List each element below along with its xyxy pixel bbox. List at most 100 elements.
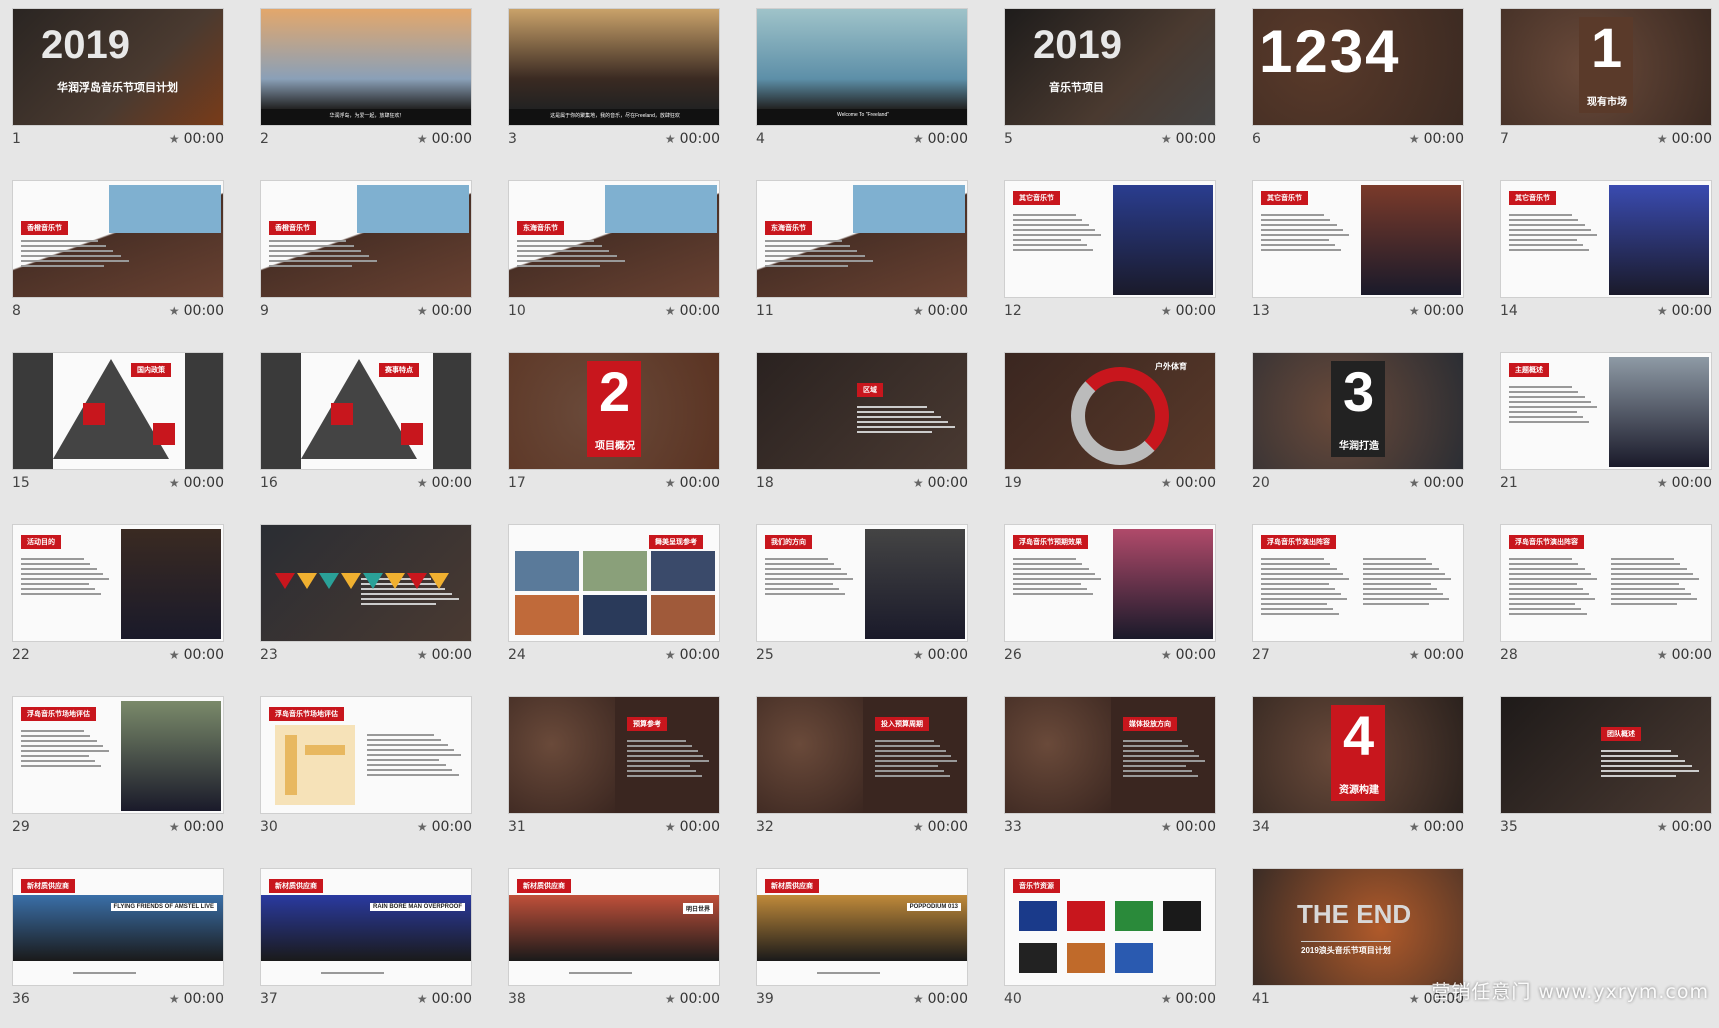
slide-preview[interactable]: 新材质供应商 RAIN BORE MAN OVERPROOF <box>260 868 472 986</box>
slide-thumbnail-32[interactable]: 投入预算周期 32 ★ 00:00 <box>756 696 968 856</box>
text-lines <box>1509 383 1599 426</box>
slide-number-label: 8 <box>12 303 21 319</box>
slide-preview[interactable]: 3 华润打造 <box>1252 352 1464 470</box>
slide-timing: ★ 00:00 <box>417 647 472 663</box>
slide-preview[interactable]: 其它音乐节 <box>1500 180 1712 298</box>
slide-preview[interactable]: 音乐节资源 <box>1004 868 1216 986</box>
slide-thumbnail-7[interactable]: 1 现有市场 7 ★ 00:00 <box>1500 8 1712 168</box>
slide-preview[interactable]: 国内政策 <box>12 352 224 470</box>
slide-thumbnail-14[interactable]: 其它音乐节 14 ★ 00:00 <box>1500 180 1712 340</box>
slide-thumbnail-40[interactable]: 音乐节资源 40 ★ 00:00 <box>1004 868 1216 1028</box>
slide-thumbnail-36[interactable]: 新材质供应商 FLYING FRIENDS OF AMSTEL LIVE 36 ★ 00… <box>12 868 224 1028</box>
slide-number-label: 5 <box>1004 131 1013 147</box>
slide-preview[interactable]: 浮岛音乐节场地评估 <box>12 696 224 814</box>
slide-preview[interactable]: 团队概述 <box>1500 696 1712 814</box>
slide-preview[interactable]: 新材质供应商 POPPODIUM 013 <box>756 868 968 986</box>
slide-thumbnail-38[interactable]: 新材质供应商 明日世界 38 ★ 00:00 <box>508 868 720 1028</box>
slide-preview[interactable]: 1 现有市场 <box>1500 8 1712 126</box>
slide-thumbnail-5[interactable]: 2019 音乐节项目 5 ★ 00:00 <box>1004 8 1216 168</box>
slide-preview[interactable]: 浮岛音乐节预期效果 <box>1004 524 1216 642</box>
slide-preview[interactable]: 投入预算周期 <box>756 696 968 814</box>
slide-thumbnail-28[interactable]: 浮岛音乐节演出阵容 28 ★ 00:00 <box>1500 524 1712 684</box>
slide-thumbnail-22[interactable]: 活动目的 22 ★ 00:00 <box>12 524 224 684</box>
slide-preview[interactable]: 4 资源构建 <box>1252 696 1464 814</box>
slide-preview[interactable]: 2 项目概况 <box>508 352 720 470</box>
slide-thumbnail-25[interactable]: 我们的方向 25 ★ 00:00 <box>756 524 968 684</box>
slide-preview[interactable]: 新材质供应商 FLYING FRIENDS OF AMSTEL LIVE <box>12 868 224 986</box>
slide-preview[interactable]: 东海音乐节 <box>756 180 968 298</box>
slide-thumbnail-15[interactable]: 国内政策 15 ★ 00:00 <box>12 352 224 512</box>
timeline-triangle <box>429 573 449 589</box>
slide-thumbnail-2[interactable]: 华润浮岛，为爱一起，放肆狂欢！ 2 ★ 00:00 <box>260 8 472 168</box>
slide-preview[interactable]: 活动目的 <box>12 524 224 642</box>
slide-preview[interactable]: 其它音乐节 <box>1004 180 1216 298</box>
slide-preview[interactable] <box>260 524 472 642</box>
slide-footer: 21 ★ 00:00 <box>1500 473 1712 493</box>
slide-thumbnail-13[interactable]: 其它音乐节 13 ★ 00:00 <box>1252 180 1464 340</box>
slide-thumbnail-21[interactable]: 主题概述 21 ★ 00:00 <box>1500 352 1712 512</box>
slide-preview[interactable]: 我们的方向 <box>756 524 968 642</box>
photo-image <box>509 697 615 813</box>
star-icon: ★ <box>664 132 676 146</box>
slide-preview[interactable]: 预算参考 <box>508 696 720 814</box>
slide-preview[interactable]: 2019 华润浮岛音乐节项目计划 <box>12 8 224 126</box>
slide-thumbnail-11[interactable]: 东海音乐节 11 ★ 00:00 <box>756 180 968 340</box>
slide-thumbnail-39[interactable]: 新材质供应商 POPPODIUM 013 39 ★ 00:00 <box>756 868 968 1028</box>
slide-thumbnail-16[interactable]: 赛事特点 16 ★ 00:00 <box>260 352 472 512</box>
slide-preview[interactable]: 舞美呈现参考 <box>508 524 720 642</box>
text-lines <box>875 737 959 780</box>
slide-thumbnail-8[interactable]: 香橙音乐节 8 ★ 00:00 <box>12 180 224 340</box>
slide-thumbnail-12[interactable]: 其它音乐节 12 ★ 00:00 <box>1004 180 1216 340</box>
slide-preview[interactable]: 赛事特点 <box>260 352 472 470</box>
slide-thumbnail-27[interactable]: 浮岛音乐节演出阵容 27 ★ 00:00 <box>1252 524 1464 684</box>
slide-thumbnail-3[interactable]: 这是属于你的聚集地，我的音乐，尽在Freeland，放肆狂欢 3 ★ 00:00 <box>508 8 720 168</box>
slide-thumbnail-4[interactable]: Welcome To "Freeland" 4 ★ 00:00 <box>756 8 968 168</box>
slide-preview[interactable]: 华润浮岛，为爱一起，放肆狂欢！ <box>260 8 472 126</box>
slide-thumbnail-26[interactable]: 浮岛音乐节预期效果 26 ★ 00:00 <box>1004 524 1216 684</box>
slide-time-value: 00:00 <box>431 475 472 491</box>
slide-thumbnail-29[interactable]: 浮岛音乐节场地评估 29 ★ 00:00 <box>12 696 224 856</box>
slide-preview[interactable]: 浮岛音乐节场地评估 <box>260 696 472 814</box>
slide-thumbnail-9[interactable]: 香橙音乐节 9 ★ 00:00 <box>260 180 472 340</box>
slide-thumbnail-37[interactable]: 新材质供应商 RAIN BORE MAN OVERPROOF 37 ★ 00:00 <box>260 868 472 1028</box>
slide-thumbnail-23[interactable]: 23 ★ 00:00 <box>260 524 472 684</box>
slide-thumbnail-31[interactable]: 预算参考 31 ★ 00:00 <box>508 696 720 856</box>
slide-thumbnail-30[interactable]: 浮岛音乐节场地评估 30 ★ 00:00 <box>260 696 472 856</box>
slide-preview[interactable]: 其它音乐节 <box>1252 180 1464 298</box>
slide-thumbnail-41[interactable]: THE END 2019浪头音乐节项目计划 41 ★ 00:00 <box>1252 868 1464 1028</box>
slide-footer: 13 ★ 00:00 <box>1252 301 1464 321</box>
slide-preview[interactable]: 香橙音乐节 <box>12 180 224 298</box>
slide-thumbnail-6[interactable]: 1234 6 ★ 00:00 <box>1252 8 1464 168</box>
slide-preview[interactable]: 这是属于你的聚集地，我的音乐，尽在Freeland，放肆狂欢 <box>508 8 720 126</box>
slide-preview[interactable]: 新材质供应商 明日世界 <box>508 868 720 986</box>
slide-number-label: 14 <box>1500 303 1518 319</box>
slide-thumbnail-34[interactable]: 4 资源构建 34 ★ 00:00 <box>1252 696 1464 856</box>
slide-thumbnail-17[interactable]: 2 项目概况 17 ★ 00:00 <box>508 352 720 512</box>
slide-thumbnail-1[interactable]: 2019 华润浮岛音乐节项目计划 1 ★ 00:00 <box>12 8 224 168</box>
slide-thumbnail-24[interactable]: 舞美呈现参考 24 ★ 00:00 <box>508 524 720 684</box>
text-lines <box>1601 747 1701 780</box>
slide-thumbnail-19[interactable]: 户外体育 19 ★ 00:00 <box>1004 352 1216 512</box>
slide-thumbnail-10[interactable]: 东海音乐节 10 ★ 00:00 <box>508 180 720 340</box>
slide-preview[interactable]: 主题概述 <box>1500 352 1712 470</box>
slide-preview[interactable]: 区域 <box>756 352 968 470</box>
slide-preview[interactable]: 1234 <box>1252 8 1464 126</box>
slide-preview[interactable]: THE END 2019浪头音乐节项目计划 <box>1252 868 1464 986</box>
slide-preview[interactable]: 东海音乐节 <box>508 180 720 298</box>
slide-preview[interactable]: 户外体育 <box>1004 352 1216 470</box>
slide-footer: 30 ★ 00:00 <box>260 817 472 837</box>
slide-preview[interactable]: 香橙音乐节 <box>260 180 472 298</box>
slide-preview[interactable]: 浮岛音乐节演出阵容 <box>1252 524 1464 642</box>
slide-thumbnail-18[interactable]: 区域 18 ★ 00:00 <box>756 352 968 512</box>
slide-thumbnail-20[interactable]: 3 华润打造 20 ★ 00:00 <box>1252 352 1464 512</box>
slide-preview[interactable]: 2019 音乐节项目 <box>1004 8 1216 126</box>
slide-time-value: 00:00 <box>183 475 224 491</box>
slide-time-value: 00:00 <box>927 647 968 663</box>
slide-thumbnail-33[interactable]: 媒体投放方向 33 ★ 00:00 <box>1004 696 1216 856</box>
slide-preview[interactable]: Welcome To "Freeland" <box>756 8 968 126</box>
slide-preview[interactable]: 浮岛音乐节演出阵容 <box>1500 524 1712 642</box>
slide-preview[interactable]: 媒体投放方向 <box>1004 696 1216 814</box>
star-icon: ★ <box>1160 648 1172 662</box>
slide-thumbnail-35[interactable]: 团队概述 35 ★ 00:00 <box>1500 696 1712 856</box>
side-pattern-right <box>433 353 471 469</box>
